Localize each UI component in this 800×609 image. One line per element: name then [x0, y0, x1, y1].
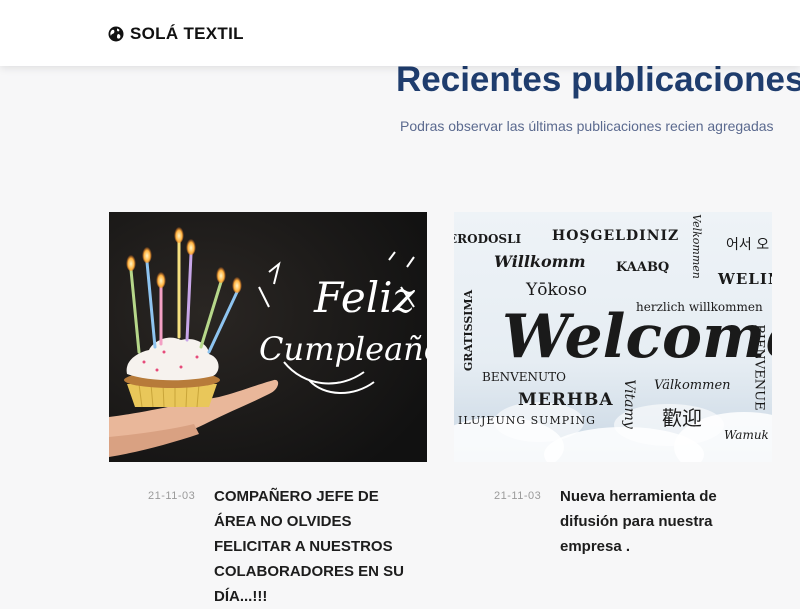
word: Willkomm — [494, 252, 586, 271]
brand-name: SOLÁ TEXTIL — [130, 24, 244, 43]
word: ILUJEUNG SUMPING — [458, 414, 596, 427]
word: Wamuk — [724, 428, 769, 442]
word: BIENVENUE — [751, 324, 767, 411]
post-date: 21-11-03 — [494, 490, 542, 502]
word: WELIN — [718, 270, 772, 288]
word: Yōkoso — [526, 280, 587, 300]
post-date: 21-11-03 — [148, 490, 196, 502]
word: 어서 오 — [726, 237, 770, 253]
globe-icon — [108, 26, 124, 42]
post-title-line: difusión para nuestra — [560, 513, 713, 530]
welcome-word: Welcome — [502, 302, 772, 372]
navbar: SOLÁ TEXTIL — [0, 0, 800, 66]
word: GRATISSIMA — [462, 289, 476, 372]
word: Välkommen — [654, 378, 731, 393]
word: Velkommen — [689, 214, 703, 279]
word: KAABQ — [616, 260, 670, 275]
post-image-birthday[interactable]: Feliz Cumpleaños — [109, 212, 427, 462]
post-title-line: FELICITAR A NUESTROS — [214, 538, 393, 555]
word: Vitamy — [620, 379, 637, 429]
post-title-line: Nueva herramienta de — [560, 488, 717, 505]
brand-link[interactable]: SOLÁ TEXTIL — [108, 22, 244, 46]
post-image-welcome[interactable]: ERODOSLI HOŞGELDINIZ 어서 오 Willkomm KAABQ… — [454, 212, 772, 462]
word: HOŞGELDINIZ — [552, 228, 680, 244]
word: 歡迎 — [662, 406, 702, 430]
word: MERHBA — [518, 390, 614, 410]
post-title-line: ÁREA NO OLVIDES — [214, 513, 352, 530]
post-title-line: COMPAÑERO JEFE DE — [214, 488, 379, 505]
word: ERODOSLI — [454, 232, 522, 246]
post-title-line: empresa . — [560, 538, 631, 555]
post-title-link[interactable]: COMPAÑERO JEFE DE ÁREA NO OLVIDES FELICI… — [214, 484, 404, 609]
post-title-line: DÍA...!!! — [214, 588, 268, 605]
section-title: Recientes publicaciones — [396, 60, 800, 99]
section-subtitle: Podras observar las últimas publicacione… — [400, 118, 774, 134]
post-title-link[interactable]: Nueva herramienta de difusión para nuest… — [560, 484, 717, 559]
birthday-illustration: Feliz Cumpleaños — [109, 212, 427, 462]
word: BENVENUTO — [482, 370, 566, 384]
post-title-line: COLABORADORES EN SU — [214, 563, 405, 580]
greeting-line2: Cumpleaños — [259, 330, 427, 368]
greeting-line1: Feliz — [313, 273, 416, 322]
